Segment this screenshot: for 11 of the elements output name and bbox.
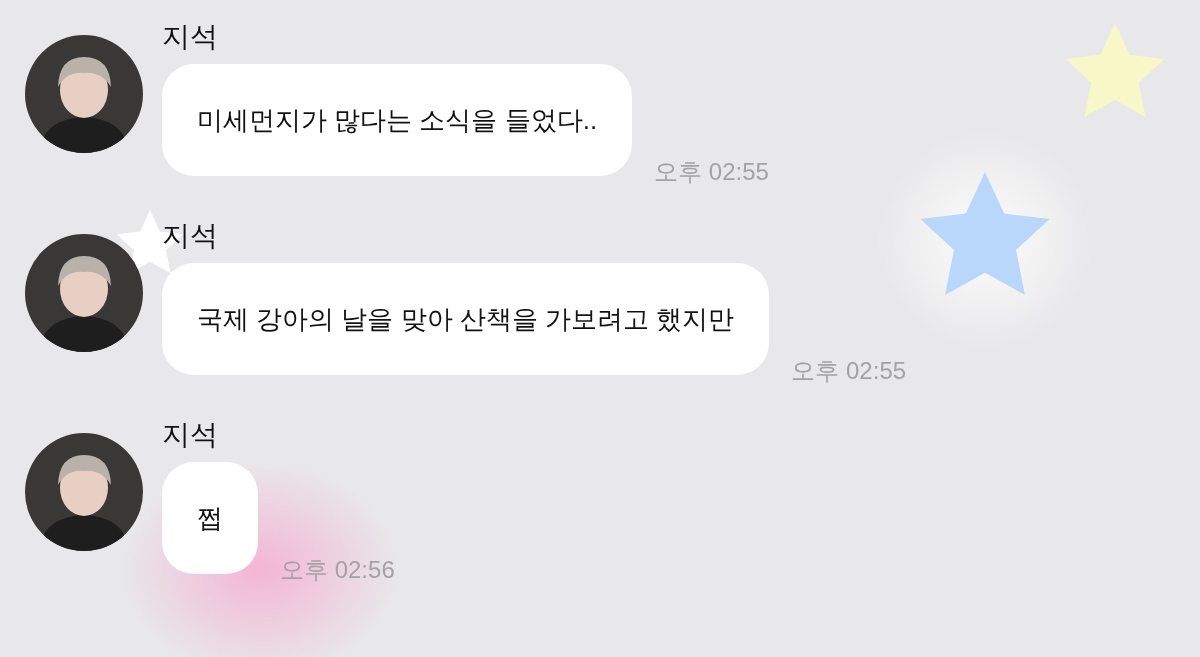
message-bubble: 쩝 — [162, 462, 258, 574]
message-bubble: 미세먼지가 많다는 소식을 들었다.. — [162, 64, 633, 176]
message-time: 오후 02:55 — [654, 157, 769, 187]
sender-name: 지석 — [162, 219, 219, 253]
message-bubble: 국제 강아의 날을 맞아 산책을 가보려고 했지만 — [162, 263, 770, 375]
sender-name: 지석 — [162, 418, 219, 452]
star-icon — [1065, 23, 1165, 118]
sender-name: 지석 — [162, 20, 219, 54]
message-time: 오후 02:56 — [280, 555, 395, 585]
star-icon — [920, 172, 1050, 295]
message-time: 오후 02:55 — [791, 356, 907, 386]
